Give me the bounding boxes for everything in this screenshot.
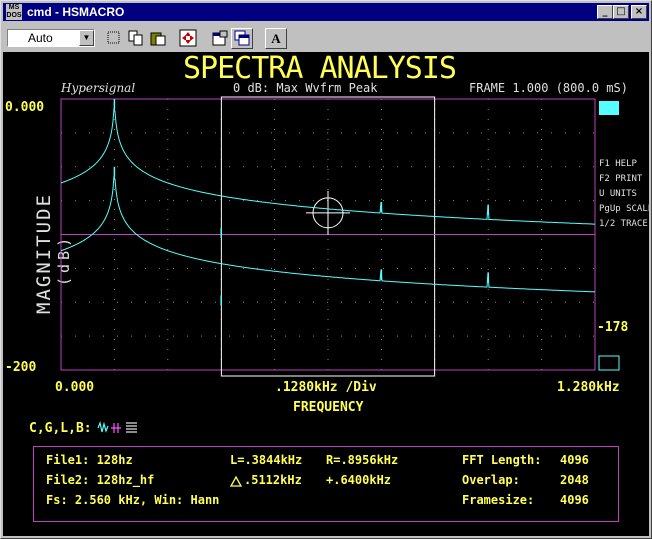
background-icon (234, 30, 250, 46)
fullscreen-button[interactable] (177, 28, 199, 49)
sample-rate-info: Fs: 2.560 kHz, Win: Hann (46, 493, 220, 507)
trace2-legend-swatch (598, 355, 620, 371)
overlap-value: 2048 (560, 473, 589, 487)
cursor-window (220, 96, 436, 377)
copy-icon (128, 30, 143, 46)
font-icon: A (271, 31, 281, 46)
properties-icon (212, 30, 228, 46)
font-size-combo[interactable]: Auto ▼ (7, 29, 95, 47)
overlap-label: Overlap: (462, 473, 520, 487)
toolbar: Auto ▼ A (3, 23, 649, 53)
title-bar[interactable]: MS DOS cmd - HSMACRO _ □ × (3, 3, 649, 21)
framesize-label: Framesize: (462, 493, 535, 507)
chevron-down-icon[interactable]: ▼ (79, 30, 94, 46)
file2-info: File2: 128hz_hf (46, 473, 155, 487)
x-div-label: .1280kHz /Div (275, 380, 377, 395)
minimize-button[interactable]: _ (597, 5, 613, 19)
delta-icon (230, 476, 242, 487)
fft-length-value: 4096 (560, 453, 589, 467)
trace1-legend-swatch (599, 101, 619, 115)
framesize-value: 4096 (560, 493, 589, 507)
font-size-value: Auto (28, 31, 53, 45)
mark-icon (107, 31, 120, 44)
copy-button[interactable] (125, 28, 147, 49)
analysis-info-panel: File1: 128hz File2: 128hz_hf Fs: 2.560 k… (33, 446, 619, 522)
delta-info: .5112kHz (244, 473, 302, 487)
plot-frames (60, 96, 620, 377)
paste-icon (150, 32, 166, 46)
x-axis-label: FREQUENCY (293, 400, 364, 415)
font-button[interactable]: A (265, 28, 287, 49)
right-cursor-info: R=.8956kHz (326, 453, 399, 467)
crosshair-lines (306, 190, 350, 235)
x-start-label: 0.000 (55, 380, 95, 395)
mark-button[interactable] (103, 28, 125, 49)
line-mode-icon (97, 420, 109, 433)
file1-info: File1: 128hz (46, 453, 133, 467)
background-button[interactable] (231, 28, 253, 49)
dos-window: MS DOS cmd - HSMACRO _ □ × Auto ▼ A SPEC… (0, 0, 652, 539)
grid-mode-icon (111, 423, 121, 433)
spectrum-plot (60, 96, 620, 377)
mode-line-label: C,G,L,B: (29, 421, 92, 436)
fullscreen-icon (179, 29, 197, 47)
left-cursor-info: L=.3844kHz (230, 453, 303, 467)
paste-button[interactable] (147, 28, 169, 49)
window-title: cmd - HSMACRO (27, 5, 125, 19)
plus-info: +.6400kHz (326, 473, 392, 487)
fft-length-label: FFT Length: (462, 453, 542, 467)
close-button[interactable]: × (631, 5, 647, 19)
dos-console-screen: SPECTRA ANALYSIS Hypersignal 0 dB: Max W… (3, 52, 649, 536)
trace-mode-icons (97, 420, 137, 433)
maximize-button[interactable]: □ (613, 5, 629, 19)
bar-mode-icon (126, 422, 137, 433)
properties-button[interactable] (209, 28, 231, 49)
msdos-app-icon[interactable]: MS DOS (6, 4, 22, 20)
x-end-label: 1.280kHz (557, 380, 620, 395)
